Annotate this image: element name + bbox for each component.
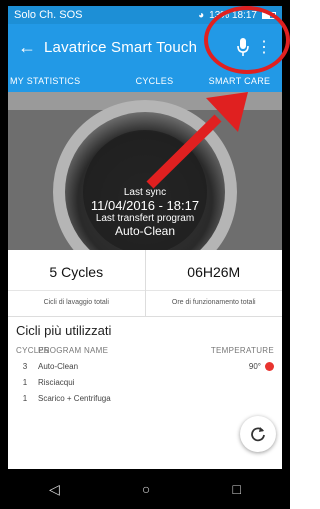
temperature-dot-icon xyxy=(265,362,274,372)
screen: Solo Ch. SOS ◕ 13% 18:17 ← Lavatrice Sma… xyxy=(8,6,282,509)
stats-row: 5 Cycles Cicli di lavaggio totali 06H26M… xyxy=(8,250,282,317)
table-row[interactable]: 1 Risciacqui xyxy=(16,378,274,387)
col-temperature-header: TEMPERATURE xyxy=(210,346,274,355)
refresh-button[interactable] xyxy=(240,416,276,452)
row-cycles: 3 xyxy=(22,362,28,372)
last-program-value: Auto-Clean xyxy=(114,224,176,238)
nav-recents-icon[interactable]: □ xyxy=(232,481,240,497)
tab-cycles[interactable]: CYCLES xyxy=(112,76,197,86)
last-sync-value: 11/04/2016 - 18:17 xyxy=(90,198,200,213)
tab-my-statistics[interactable]: MY STATISTICS xyxy=(8,76,112,86)
col-program-header: PROGRAM NAME xyxy=(38,346,109,355)
phone-frame: Solo Ch. SOS ◕ 13% 18:17 ← Lavatrice Sma… xyxy=(0,0,290,509)
table-row[interactable]: 3 Auto-Clean 90° xyxy=(16,362,274,372)
most-used-section: Cicli più utilizzati CYCLES PROGRAM NAME… xyxy=(8,317,282,404)
table-header: CYCLES PROGRAM NAME TEMPERATURE xyxy=(16,346,274,355)
row-temperature: 90° xyxy=(198,362,274,372)
back-arrow-icon[interactable]: ← xyxy=(18,37,44,58)
sync-info: Last sync 11/04/2016 - 18:17 Last transf… xyxy=(8,187,282,238)
stat-hours-value: 06H26M xyxy=(145,250,282,291)
row-program: Scarico + Centrifuga xyxy=(38,394,111,404)
col-cycles-header: CYCLES xyxy=(16,346,50,355)
most-used-heading: Cicli più utilizzati xyxy=(16,323,112,338)
stat-cycles-value: 5 Cycles xyxy=(8,250,145,291)
washer-hero: Last sync 11/04/2016 - 18:17 Last transf… xyxy=(8,92,282,250)
stat-hours: 06H26M Ore di funzionamento totali xyxy=(145,250,282,316)
row-temperature-value: 90° xyxy=(248,362,261,371)
wifi-icon: ◕ xyxy=(198,9,205,21)
app-title: Lavatrice Smart Touch xyxy=(44,38,198,56)
last-program-label: Last transfert program xyxy=(95,213,195,224)
nav-home-icon[interactable]: ○ xyxy=(142,481,150,497)
tab-smart-care[interactable]: SMART CARE xyxy=(197,76,282,86)
carrier-label: Solo Ch. SOS xyxy=(14,9,83,21)
nav-back-icon[interactable]: ◁ xyxy=(49,481,60,498)
table-row[interactable]: 1 Scarico + Centrifuga xyxy=(16,394,274,403)
last-sync-label: Last sync xyxy=(123,187,167,198)
row-cycles: 1 xyxy=(22,378,28,388)
row-program: Risciacqui xyxy=(38,378,75,388)
system-nav-bar: ◁ ○ □ xyxy=(8,469,282,509)
stat-cycles-caption: Cicli di lavaggio totali xyxy=(43,299,109,306)
row-program: Auto-Clean xyxy=(38,362,79,372)
stat-cycles: 5 Cycles Cicli di lavaggio totali xyxy=(8,250,146,316)
stat-hours-caption: Ore di funzionamento totali xyxy=(171,299,256,306)
refresh-icon xyxy=(251,427,265,442)
highlight-circle xyxy=(204,6,290,74)
row-cycles: 1 xyxy=(22,394,28,404)
